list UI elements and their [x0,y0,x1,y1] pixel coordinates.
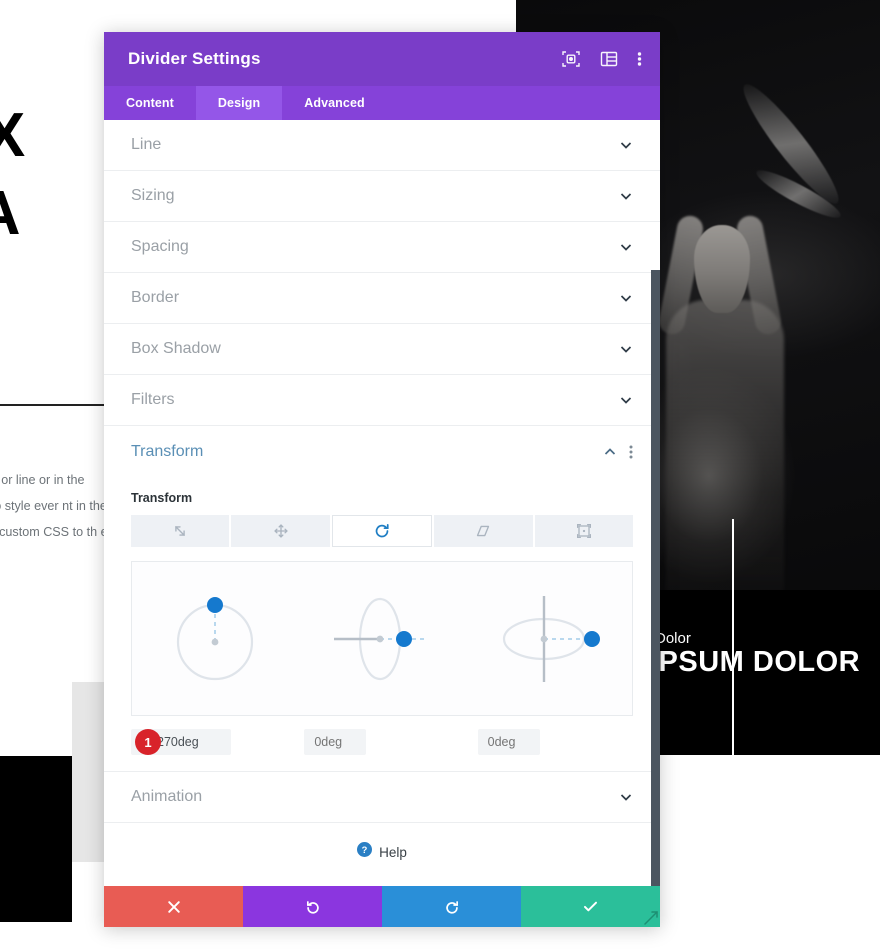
svg-text:?: ? [362,845,368,855]
rotate-y-value-cell [304,729,459,755]
rotate-y-dial[interactable] [317,579,447,699]
section-box-shadow-label: Box Shadow [131,340,221,357]
section-spacing[interactable]: Spacing [104,222,660,273]
section-border-label: Border [131,289,180,306]
rotate-x-input[interactable] [477,729,540,755]
help-circle-icon: ? [357,842,373,862]
transform-mode-group [131,515,634,547]
modal-header: Divider Settings [104,32,660,86]
tab-content[interactable]: Content [104,86,196,120]
section-animation-label: Animation [131,788,203,805]
screen: Dolor IPSUM DOLOR D EX RITA UM ent goes … [0,0,880,952]
modal-title: Divider Settings [128,49,261,68]
background-small-label: Dolor [655,630,691,647]
settings-panel-body: Line Sizing Spacing Border Box Shadow Fi… [104,120,660,886]
section-filters[interactable]: Filters [104,375,660,426]
transform-origin-icon[interactable] [534,515,634,547]
section-line-label: Line [131,136,162,153]
step-badge-1: 1 [135,729,161,755]
discard-button[interactable] [104,886,243,927]
rotate-z-value-cell: 1 [131,729,286,755]
section-animation[interactable]: Animation [104,772,660,823]
rotate-y-input[interactable] [304,729,367,755]
section-transform[interactable]: Transform [104,426,660,477]
rotate-icon[interactable] [331,515,433,547]
fullscreen-target-icon[interactable] [561,49,581,69]
chevron-down-icon [619,291,633,305]
section-line[interactable]: Line [104,120,660,171]
vertical-scrollbar[interactable] [651,270,660,886]
rotation-dials [131,561,633,716]
rotate-x-value-cell [477,729,633,755]
translate-icon[interactable] [231,515,330,547]
chevron-down-icon [619,240,633,254]
help-label: Help [379,844,407,860]
section-transform-label: Transform [131,442,204,460]
chevron-down-icon [619,342,633,356]
more-vertical-icon[interactable] [637,49,642,69]
resize-handle[interactable] [638,905,660,927]
rotate-z-dial[interactable] [150,579,280,699]
section-spacing-label: Spacing [131,238,189,255]
modal-tabs: Content Design Advanced [104,86,660,120]
section-transform-actions [603,444,633,460]
modal-header-actions [561,49,642,69]
redo-button[interactable] [382,886,521,927]
section-filters-label: Filters [131,391,175,408]
section-sizing-label: Sizing [131,187,175,204]
chevron-up-icon[interactable] [603,445,617,459]
tab-design[interactable]: Design [195,86,283,120]
background-rule [0,404,110,406]
chevron-down-icon [619,138,633,152]
chevron-down-icon [619,790,633,804]
chevron-down-icon [619,393,633,407]
skew-icon[interactable] [434,515,533,547]
section-sizing[interactable]: Sizing [104,171,660,222]
more-vertical-icon[interactable] [629,444,633,460]
section-border[interactable]: Border [104,273,660,324]
background-vertical-divider [732,519,734,890]
help-link[interactable]: ? Help [104,823,660,881]
modal-footer [104,886,660,927]
settings-scroll-area: Line Sizing Spacing Border Box Shadow Fi… [104,120,660,886]
chevron-down-icon [619,189,633,203]
scale-icon[interactable] [131,515,230,547]
rotation-value-row: 1 [131,729,633,761]
transform-section-body: Transform 1 270deg 0deg 0deg [104,491,660,772]
divider-settings-modal: Divider Settings Content Design Advanced… [104,32,660,927]
background-black-block [0,756,72,922]
undo-button[interactable] [243,886,382,927]
panel-layout-icon[interactable] [599,49,619,69]
tab-advanced[interactable]: Advanced [282,86,387,120]
section-box-shadow[interactable]: Box Shadow [104,324,660,375]
rotate-x-dial[interactable] [484,579,614,699]
transform-field-label: Transform [131,491,193,505]
background-large-label: IPSUM DOLOR [650,646,861,678]
